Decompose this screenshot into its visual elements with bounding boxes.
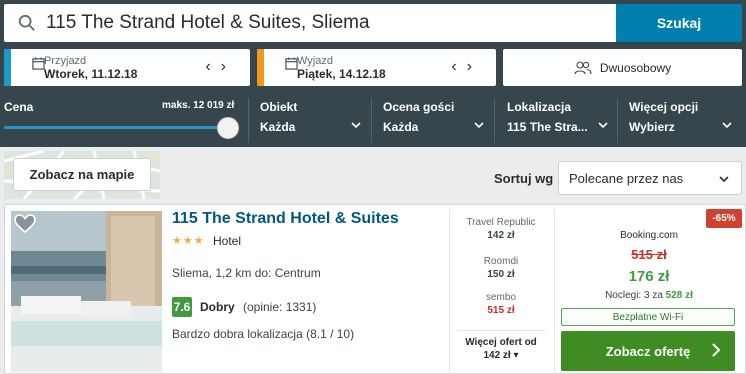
chevron-down-icon <box>351 122 361 129</box>
view-deal-label: Zobacz ofertę <box>605 343 691 359</box>
chevron-down-icon <box>719 176 729 183</box>
rating-word[interactable]: Dobry <box>200 300 235 314</box>
date-arrows-icon[interactable]: ‹› <box>451 58 482 76</box>
offer-price: 515 zł <box>487 305 515 316</box>
old-price: 515 zł <box>631 247 667 262</box>
price-filter-label: Cena <box>4 100 34 114</box>
price-max-label: maks. 12 019 zł <box>162 100 235 111</box>
card-divider <box>554 209 555 374</box>
rating-count[interactable]: (opinie: 1331) <box>243 300 316 314</box>
more-offers-value[interactable]: 142 zł ▾ <box>453 350 549 361</box>
hotel-photo[interactable] <box>11 211 162 372</box>
checkout-label: Wyjazd <box>297 55 333 67</box>
search-icon <box>18 14 35 31</box>
price-slider-track[interactable] <box>4 126 226 129</box>
hotel-stars-icon: ★★★ <box>172 235 205 247</box>
search-input[interactable]: 115 The Strand Hotel & Suites, Sliema <box>4 4 616 42</box>
guests-icon <box>574 60 592 74</box>
nights-total-price: 528 zł <box>665 290 693 301</box>
room-type-label: Dwuosobowy <box>599 60 672 75</box>
chevron-right-icon <box>712 343 721 357</box>
offer-site: Roomdi <box>483 256 519 267</box>
chevron-down-icon <box>598 122 608 129</box>
view-deal-button[interactable]: Zobacz ofertę <box>561 331 735 371</box>
deal-price: 176 zł <box>628 268 670 285</box>
hotel-type: Hotel <box>213 234 242 248</box>
sort-label: Sortuj wg <box>494 171 554 186</box>
more-options-filter[interactable]: Więcej opcji Wybierz <box>617 98 742 143</box>
hotel-room-image <box>11 211 162 372</box>
discount-badge: -65% <box>706 209 742 228</box>
property-filter[interactable]: Obiekt Każda <box>248 98 368 143</box>
location-filter[interactable]: Lokalizacja 115 The Stra... <box>494 98 616 143</box>
more-options-value: Wybierz <box>629 120 675 134</box>
offer-site: sembo <box>485 292 516 303</box>
hotel-location[interactable]: Sliema, 1,2 km do: Centrum <box>172 266 321 280</box>
guest-rating-filter-label: Ocena gości <box>383 100 455 114</box>
offer-price: 142 zł <box>487 230 515 241</box>
more-options-label: Więcej opcji <box>629 100 699 114</box>
filter-divider <box>617 98 618 143</box>
chevron-down-icon <box>722 122 732 129</box>
location-filter-value: 115 The Stra... <box>507 120 588 134</box>
offer-price: 150 zł <box>487 269 515 280</box>
free-wifi-badge: Bezpłatne Wi-Fi <box>561 308 735 326</box>
hotel-name-link[interactable]: 115 The Strand Hotel & Suites <box>172 210 399 228</box>
rating-note: Bardzo dobra lokalizacja (8.1 / 10) <box>172 327 355 341</box>
offer-item[interactable]: Roomdi 150 zł <box>453 256 549 280</box>
search-button[interactable]: Szukaj <box>616 4 742 42</box>
property-filter-value: Każda <box>260 120 296 134</box>
property-filter-label: Obiekt <box>260 100 298 114</box>
best-deal-site: Booking.com <box>620 230 678 241</box>
rating-score-badge: 7.6 <box>172 297 192 317</box>
checkout-date-field[interactable]: Wyjazd Piątek, 14.12.18 ‹› <box>257 49 496 86</box>
checkin-date-field[interactable]: Przyjazd Wtorek, 11.12.18 ‹› <box>4 49 250 86</box>
checkout-accent <box>257 49 264 86</box>
date-arrows-icon[interactable]: ‹› <box>205 58 236 76</box>
view-on-map-button[interactable]: Zobacz na mapie <box>13 158 151 191</box>
offer-item[interactable]: Travel Republic 142 zł <box>453 217 549 241</box>
sort-value: Polecane przez nas <box>569 170 684 186</box>
filter-divider <box>494 98 495 143</box>
sort-select[interactable]: Polecane przez nas <box>558 161 742 195</box>
search-query: 115 The Strand Hotel & Suites, Sliema <box>46 12 370 33</box>
filter-divider <box>248 98 249 143</box>
chevron-down-icon <box>474 122 484 129</box>
checkin-accent <box>4 49 11 86</box>
more-offers-label[interactable]: Więcej ofert od <box>453 337 549 348</box>
offers-divider <box>457 330 545 331</box>
guest-rating-filter[interactable]: Ocena gości Każda <box>371 98 491 143</box>
location-filter-label: Lokalizacja <box>507 100 572 114</box>
checkin-label: Przyjazd <box>44 55 87 67</box>
favorite-heart-icon[interactable] <box>14 214 36 234</box>
filter-divider <box>371 98 372 143</box>
offer-site: Travel Republic <box>466 217 536 228</box>
checkout-value: Piątek, 14.12.18 <box>297 67 386 81</box>
card-divider <box>449 209 450 374</box>
guest-rating-filter-value: Każda <box>383 120 419 134</box>
offer-item[interactable]: sembo 515 zł <box>453 292 549 316</box>
nights-total: Noclegi: 3 za 528 zł <box>556 290 742 301</box>
checkin-value: Wtorek, 11.12.18 <box>44 67 138 81</box>
nights-text: Noclegi: 3 za <box>605 290 663 301</box>
price-slider-handle[interactable] <box>217 117 239 139</box>
room-type-select[interactable]: Dwuosobowy <box>503 49 742 86</box>
